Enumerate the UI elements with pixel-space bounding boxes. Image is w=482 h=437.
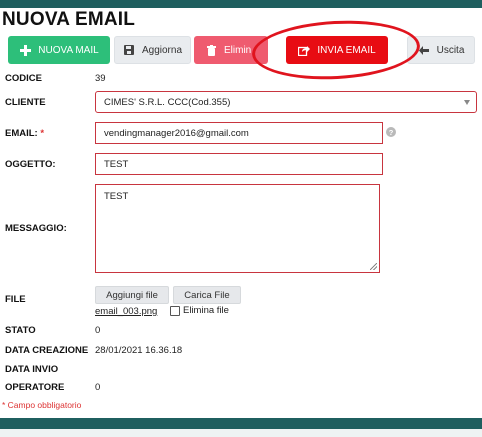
refresh-label: Aggiorna: [141, 44, 183, 56]
stato-label: STATO: [5, 325, 36, 336]
share-icon: [298, 44, 311, 56]
delete-file-label: Elimina file: [183, 305, 229, 316]
message-textarea[interactable]: TEST: [95, 184, 380, 273]
send-email-button[interactable]: INVIA EMAIL: [286, 36, 388, 64]
resize-handle[interactable]: [370, 263, 377, 270]
subject-value: TEST: [104, 158, 129, 170]
email-value: vendingmanager2016@gmail.com: [104, 127, 249, 139]
operatore-value: 0: [95, 382, 101, 393]
codice-label: CODICE: [5, 73, 42, 84]
arrow-left-icon: [418, 44, 430, 56]
message-value: TEST: [104, 191, 129, 202]
footer-bar: [0, 418, 482, 429]
email-field[interactable]: vendingmanager2016@gmail.com: [95, 122, 383, 144]
email-label-text: EMAIL:: [5, 128, 38, 139]
required-mark: *: [40, 128, 45, 139]
top-bar: [0, 0, 482, 8]
delete-file-checkbox[interactable]: [170, 306, 180, 316]
file-label: FILE: [5, 294, 26, 305]
floppy-disk-icon: [123, 44, 135, 56]
toolbar: NUOVA MAIL Aggiorna Elimin INVIA EMAIL U…: [0, 32, 482, 68]
operatore-label: OPERATORE: [5, 382, 65, 393]
trash-icon: [205, 44, 217, 56]
page-title: NUOVA EMAIL: [2, 9, 136, 30]
data-invio-label: DATA INVIO: [5, 364, 59, 375]
add-file-button[interactable]: Aggiungi file: [95, 286, 169, 304]
delete-button[interactable]: Elimin: [194, 36, 268, 64]
required-note: * Campo obbligatorio: [2, 400, 82, 410]
question-icon[interactable]: ?: [386, 127, 396, 137]
cliente-select[interactable]: CIMES' S.R.L. CCC(Cod.355): [95, 91, 477, 113]
messaggio-label: MESSAGGIO:: [5, 223, 67, 234]
exit-button[interactable]: Uscita: [407, 36, 475, 64]
codice-value: 39: [95, 73, 106, 84]
data-creazione-value: 28/01/2021 16.36.18: [95, 345, 183, 356]
plus-icon: [19, 44, 31, 56]
subject-field[interactable]: TEST: [95, 153, 383, 175]
file-link[interactable]: email_003.png: [95, 306, 157, 317]
refresh-button[interactable]: Aggiorna: [114, 36, 191, 64]
new-mail-button[interactable]: NUOVA MAIL: [8, 36, 110, 64]
new-mail-label: NUOVA MAIL: [38, 44, 99, 56]
oggetto-label: OGGETTO:: [5, 159, 56, 170]
data-creazione-label: DATA CREAZIONE: [5, 345, 89, 356]
cliente-label: CLIENTE: [5, 97, 46, 108]
delete-label: Elimin: [224, 44, 252, 56]
footer-strip: [0, 429, 482, 437]
cliente-select-value: CIMES' S.R.L. CCC(Cod.355): [104, 96, 231, 108]
exit-label: Uscita: [436, 44, 465, 56]
chevron-down-icon: [464, 100, 470, 105]
stato-value: 0: [95, 325, 101, 336]
email-label: EMAIL: *: [5, 128, 44, 139]
send-email-label: INVIA EMAIL: [317, 44, 376, 56]
upload-file-button[interactable]: Carica File: [173, 286, 241, 304]
